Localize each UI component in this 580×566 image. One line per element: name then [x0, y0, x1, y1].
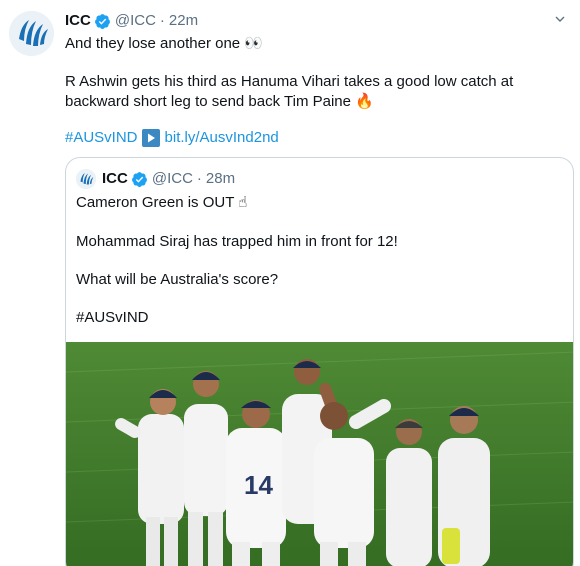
tweet[interactable]: ICC @ICC · 22m And they lose another one…: [0, 0, 580, 566]
author-handle[interactable]: @ICC: [115, 11, 156, 31]
quoted-author-name: ICC: [102, 170, 128, 187]
quoted-line-3: What will be Australia's score?: [76, 271, 279, 288]
tweet-timestamp[interactable]: 22m: [169, 11, 198, 31]
tweet-links: #AUSvIND bit.ly/AusvInd2nd: [65, 128, 279, 148]
verified-badge-icon: [131, 171, 148, 188]
icc-logo-icon: [76, 169, 96, 189]
author-name[interactable]: ICC: [65, 11, 91, 31]
hashtag-link[interactable]: #AUSvIND: [65, 128, 138, 148]
tweet-header: ICC @ICC · 22m: [65, 11, 198, 31]
quoted-line-1: Cameron Green is OUT ☝: [76, 194, 248, 211]
quoted-author-handle: @ICC: [151, 170, 193, 187]
quoted-timestamp: 28m: [205, 170, 236, 187]
cricket-team-celebration-photo[interactable]: 14: [66, 342, 573, 566]
quoted-hashtag: #AUSvIND: [76, 309, 149, 326]
quoted-tweet[interactable]: ICC @ICC · 28m Cameron Green is OUT ☝ Mo…: [65, 157, 574, 566]
tweet-paragraph-2: R Ashwin gets his third as Hanuma Vihari…: [65, 73, 514, 110]
icc-logo-icon[interactable]: [9, 11, 54, 56]
url-link[interactable]: bit.ly/AusvInd2nd: [165, 128, 279, 148]
play-arrow-icon: [141, 129, 160, 147]
verified-badge-icon: [94, 13, 111, 30]
svg-text:14: 14: [244, 470, 273, 500]
chevron-down-icon[interactable]: [549, 8, 571, 30]
tweet-line-1: And they lose another one 👀: [65, 35, 263, 52]
dot-separator: ·: [159, 12, 165, 29]
quoted-tweet-header: ICC @ICC · 28m: [76, 169, 235, 189]
dot-separator: ·: [196, 170, 202, 187]
quoted-line-2: Mohammad Siraj has trapped him in front …: [76, 233, 398, 250]
